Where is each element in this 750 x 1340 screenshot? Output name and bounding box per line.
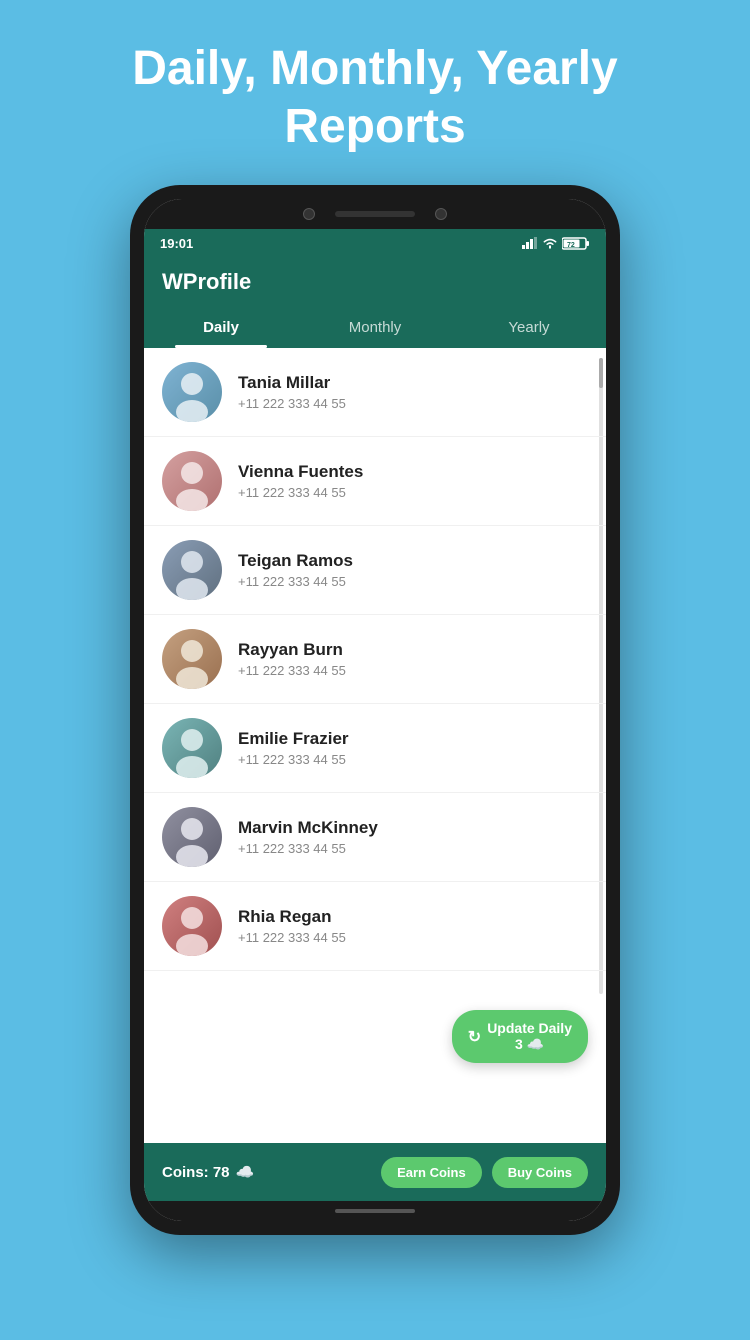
status-icons: 72 [522, 237, 590, 250]
status-time: 19:01 [160, 236, 193, 251]
contact-info: Emilie Frazier +11 222 333 44 55 [238, 729, 588, 767]
list-item[interactable]: Rayyan Burn +11 222 333 44 55 [144, 615, 606, 704]
contact-name: Marvin McKinney [238, 818, 588, 838]
signal-icon [522, 237, 538, 249]
tab-monthly[interactable]: Monthly [298, 307, 452, 348]
bottom-buttons: Earn Coins Buy Coins [381, 1157, 588, 1188]
contact-phone: +11 222 333 44 55 [238, 663, 588, 678]
earn-coins-button[interactable]: Earn Coins [381, 1157, 482, 1188]
contact-phone: +11 222 333 44 55 [238, 930, 588, 945]
update-daily-button[interactable]: ↻ Update Daily 3 ☁️ [452, 1010, 588, 1063]
refresh-icon: ↻ [468, 1027, 481, 1047]
contact-info: Tania Millar +11 222 333 44 55 [238, 373, 588, 411]
avatar [162, 807, 222, 867]
contact-name: Vienna Fuentes [238, 462, 588, 482]
avatar [162, 362, 222, 422]
contact-info: Rayyan Burn +11 222 333 44 55 [238, 640, 588, 678]
camera-left-icon [303, 208, 315, 220]
list-item[interactable]: Teigan Ramos +11 222 333 44 55 [144, 526, 606, 615]
list-item[interactable]: Vienna Fuentes +11 222 333 44 55 [144, 437, 606, 526]
wifi-icon [542, 237, 558, 249]
tabs-container: Daily Monthly Yearly [144, 307, 606, 348]
contact-phone: +11 222 333 44 55 [238, 574, 588, 589]
contact-info: Marvin McKinney +11 222 333 44 55 [238, 818, 588, 856]
camera-right-icon [435, 208, 447, 220]
contact-info: Teigan Ramos +11 222 333 44 55 [238, 551, 588, 589]
battery-icon: 72 [562, 237, 590, 250]
contact-phone: +11 222 333 44 55 [238, 396, 588, 411]
page-title: Daily, Monthly, YearlyReports [72, 0, 678, 185]
contact-info: Vienna Fuentes +11 222 333 44 55 [238, 462, 588, 500]
avatar [162, 540, 222, 600]
speaker-bar [335, 211, 415, 217]
list-item[interactable]: Rhia Regan +11 222 333 44 55 [144, 882, 606, 971]
avatar [162, 896, 222, 956]
tab-daily[interactable]: Daily [144, 307, 298, 348]
coins-label: Coins: 78 ☁️ [162, 1163, 254, 1181]
list-item[interactable]: Marvin McKinney +11 222 333 44 55 [144, 793, 606, 882]
contact-phone: +11 222 333 44 55 [238, 752, 588, 767]
phone-notch [144, 199, 606, 229]
contact-name: Teigan Ramos [238, 551, 588, 571]
avatar [162, 718, 222, 778]
contact-name: Tania Millar [238, 373, 588, 393]
contact-name: Rayyan Burn [238, 640, 588, 660]
contact-info: Rhia Regan +11 222 333 44 55 [238, 907, 588, 945]
buy-coins-button[interactable]: Buy Coins [492, 1157, 588, 1188]
contact-name: Rhia Regan [238, 907, 588, 927]
svg-text:72: 72 [567, 242, 575, 249]
home-indicator [144, 1201, 606, 1221]
phone-mockup: 19:01 72 [130, 185, 620, 1235]
bottom-bar: Coins: 78 ☁️ Earn Coins Buy Coins [144, 1143, 606, 1201]
status-bar: 19:01 72 [144, 229, 606, 257]
list-item[interactable]: Emilie Frazier +11 222 333 44 55 [144, 704, 606, 793]
contact-phone: +11 222 333 44 55 [238, 841, 588, 856]
tab-yearly[interactable]: Yearly [452, 307, 606, 348]
list-item[interactable]: Tania Millar +11 222 333 44 55 [144, 348, 606, 437]
avatar [162, 629, 222, 689]
home-bar [335, 1209, 415, 1213]
contact-list: Tania Millar +11 222 333 44 55 Vienna Fu… [144, 348, 606, 1143]
contact-phone: +11 222 333 44 55 [238, 485, 588, 500]
avatar [162, 451, 222, 511]
app-bar: WProfile [144, 257, 606, 307]
contact-name: Emilie Frazier [238, 729, 588, 749]
update-daily-label: Update Daily 3 ☁️ [487, 1020, 572, 1053]
app-title: WProfile [162, 269, 251, 295]
